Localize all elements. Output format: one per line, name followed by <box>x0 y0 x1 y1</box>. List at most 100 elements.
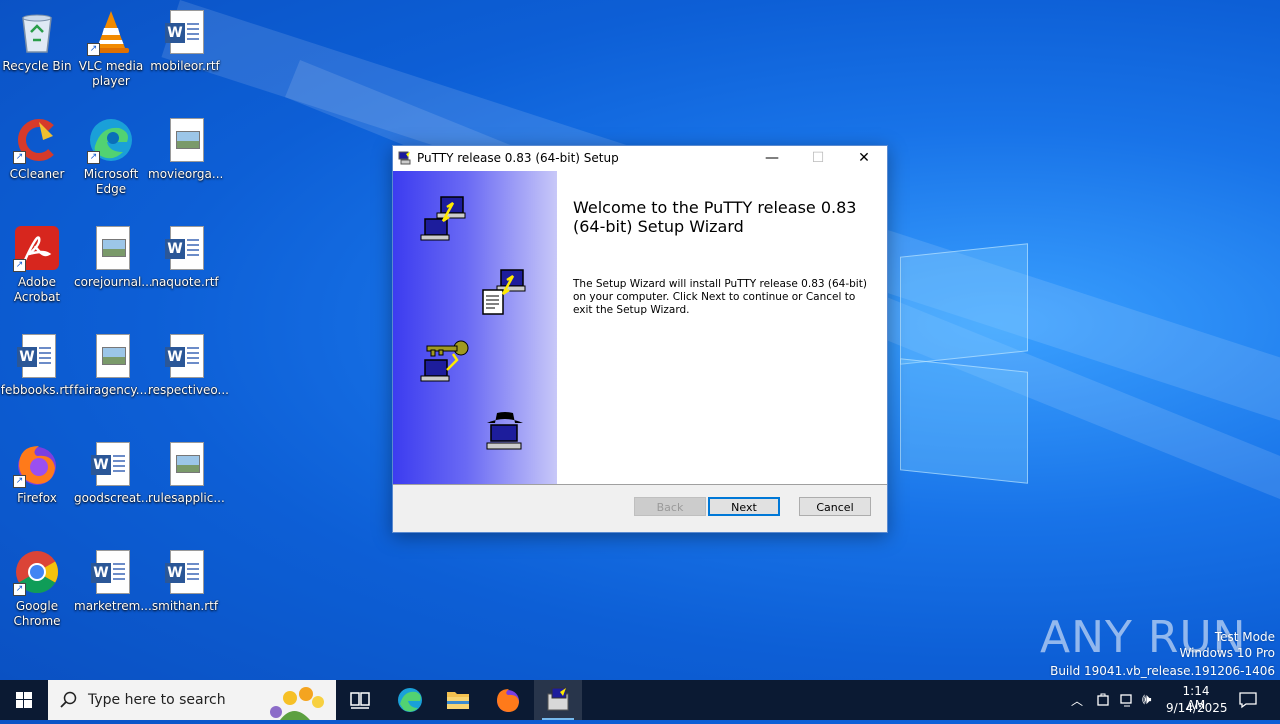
desktop-icon-respectiveo[interactable]: W respectiveo... <box>148 332 229 398</box>
show-hidden-icons-chevron-icon[interactable]: ︿ <box>1071 692 1083 709</box>
back-button: Back <box>634 497 706 516</box>
desktop-icon-label: smithan.rtf <box>151 599 219 613</box>
dialog-titlebar[interactable]: PuTTY release 0.83 (64-bit) Setup — ☐ ✕ <box>393 146 887 171</box>
desktop-icon-movieorga[interactable]: movieorga... <box>148 116 224 182</box>
putty-app-icon <box>398 151 412 165</box>
taskbar-putty-setup[interactable] <box>534 680 582 720</box>
desktop-icon-label: goodscreat... <box>74 491 153 505</box>
dialog-separator <box>393 484 887 485</box>
desktop-icon-naquote[interactable]: W naquote.rtf <box>148 224 222 290</box>
desktop-icon-febbooks[interactable]: W febbooks.rtf <box>0 332 74 398</box>
desktop-icon-adobe-acrobat[interactable]: ↗ Adobe Acrobat <box>0 224 74 305</box>
wallpaper-logo-pane <box>900 358 1028 484</box>
word-document-icon: W <box>161 332 209 380</box>
desktop-icon-smithan[interactable]: W smithan.rtf <box>148 548 222 614</box>
shortcut-arrow-icon: ↗ <box>87 151 100 164</box>
search-placeholder: Type here to search <box>88 692 226 708</box>
desktop-icon-ccleaner[interactable]: ↗ CCleaner <box>0 116 74 182</box>
next-button[interactable]: Next <box>708 497 780 516</box>
taskbar-search-box[interactable]: Type here to search <box>48 680 336 720</box>
desktop-icon-label: corejournal... <box>74 275 153 289</box>
desktop-icon-label: movieorga... <box>148 167 224 181</box>
desktop-icon-mobileor[interactable]: W mobileor.rtf <box>148 8 222 74</box>
desktop-icon-label: Google Chrome <box>13 599 61 628</box>
wizard-banner <box>393 171 557 484</box>
firefox-icon: ↗ <box>13 440 61 488</box>
search-icon <box>60 691 77 708</box>
desktop-icon-corejournal[interactable]: corejournal... <box>74 224 153 290</box>
close-button[interactable]: ✕ <box>841 146 887 171</box>
word-document-icon: W <box>13 332 61 380</box>
shortcut-arrow-icon: ↗ <box>13 583 26 596</box>
shortcut-arrow-icon: ↗ <box>13 259 26 272</box>
volume-icon[interactable]: 🕪 <box>1142 690 1151 708</box>
wizard-heading: Welcome to the PuTTY release 0.83 (64-bi… <box>573 198 857 236</box>
desktop-icon-label: rulesapplic... <box>148 491 225 505</box>
task-view-button[interactable] <box>336 680 384 720</box>
image-file-icon <box>161 116 209 164</box>
desktop-icon-label: CCleaner <box>9 167 65 181</box>
image-file-icon <box>87 224 135 272</box>
word-document-icon: W <box>161 548 209 596</box>
start-button[interactable] <box>0 680 48 720</box>
windows-logo-icon <box>16 692 32 708</box>
chrome-icon: ↗ <box>13 548 61 596</box>
edge-icon: ↗ <box>87 116 135 164</box>
desktop-icon-label: Firefox <box>17 491 57 505</box>
desktop-icon-google-chrome[interactable]: ↗ Google Chrome <box>0 548 74 629</box>
taskbar-firefox[interactable] <box>484 680 532 720</box>
desktop-icon-label: VLC media player <box>78 59 144 88</box>
desktop-icon-label: naquote.rtf <box>151 275 219 289</box>
word-document-icon: W <box>161 224 209 272</box>
taskbar: Type here to search ︿ 🕪 1:14 AM 9/14/202… <box>0 680 1280 720</box>
desktop-icon-goodscreat[interactable]: W goodscreat... <box>74 440 153 506</box>
putty-setup-dialog: PuTTY release 0.83 (64-bit) Setup — ☐ ✕ … <box>392 145 888 533</box>
desktop-icon-marketrem[interactable]: W marketrem... <box>74 548 152 614</box>
computer-with-key-icon <box>420 340 469 382</box>
shortcut-arrow-icon: ↗ <box>13 151 26 164</box>
desktop-icon-edge[interactable]: ↗ Microsoft Edge <box>74 116 148 197</box>
security-tray-icon[interactable] <box>1095 692 1111 708</box>
desktop-icon-vlc[interactable]: ↗ VLC media player <box>74 8 148 89</box>
firefox-icon <box>497 689 519 712</box>
desktop-icon-recycle-bin[interactable]: Recycle Bin <box>0 8 74 74</box>
desktop-icon-label: Microsoft Edge <box>83 167 139 196</box>
word-document-icon: W <box>161 8 209 56</box>
putty-installer-icon <box>547 687 569 711</box>
desktop-icon-label: Recycle Bin <box>2 59 72 73</box>
cancel-button[interactable]: Cancel <box>799 497 871 516</box>
folder-icon <box>447 692 469 709</box>
desktop-icon-label: febbooks.rtf <box>0 383 74 397</box>
desktop-icon-firefox[interactable]: ↗ Firefox <box>0 440 74 506</box>
clock-date[interactable]: 9/14/2025 <box>1166 701 1228 715</box>
build-label: Build 19041.vb_release.191206-1406 <box>1050 664 1275 678</box>
windows-edition-label: Windows 10 Pro <box>1179 646 1275 660</box>
recycle-bin-icon <box>13 8 61 56</box>
acrobat-icon: ↗ <box>13 224 61 272</box>
desktop-icon-label: fairagency.... <box>74 383 152 397</box>
wizard-content: Welcome to the PuTTY release 0.83 (64-bi… <box>557 171 887 484</box>
dialog-title: PuTTY release 0.83 (64-bit) Setup <box>417 151 619 165</box>
network-icon[interactable] <box>1119 692 1135 708</box>
task-view-icon <box>350 692 370 709</box>
shortcut-arrow-icon: ↗ <box>13 475 26 488</box>
desktop-icon-fairagency[interactable]: fairagency.... <box>74 332 152 398</box>
shortcut-arrow-icon: ↗ <box>87 43 100 56</box>
vlc-cone-icon: ↗ <box>87 8 135 56</box>
maximize-button: ☐ <box>811 150 825 166</box>
taskbar-file-explorer[interactable] <box>434 680 482 720</box>
desktop-icon-label: respectiveo... <box>148 383 229 397</box>
edge-icon <box>398 688 422 712</box>
taskbar-edge[interactable] <box>386 680 434 720</box>
desktop-icon-label: marketrem... <box>74 599 152 613</box>
word-document-icon: W <box>87 440 135 488</box>
ccleaner-icon: ↗ <box>13 116 61 164</box>
test-mode-label: Test Mode <box>1214 630 1275 644</box>
notifications-icon[interactable] <box>1238 691 1258 709</box>
wallpaper-logo-pane <box>900 243 1028 365</box>
computer-with-hat-icon <box>486 412 523 450</box>
desktop-icon-label: mobileor.rtf <box>150 59 220 73</box>
word-document-icon: W <box>87 548 135 596</box>
desktop-icon-rulesapplic[interactable]: rulesapplic... <box>148 440 225 506</box>
minimize-button[interactable]: — <box>749 146 795 171</box>
